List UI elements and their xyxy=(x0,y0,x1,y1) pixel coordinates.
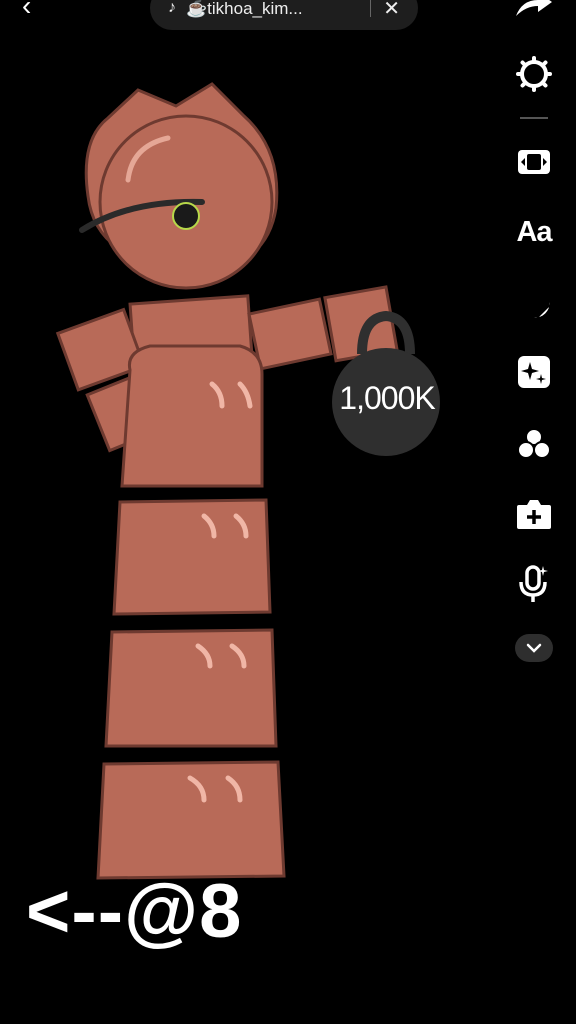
text-tool-icon[interactable]: Aa xyxy=(514,212,554,252)
character-head xyxy=(79,82,279,290)
text-tool-label: Aa xyxy=(516,215,552,248)
flip-icon[interactable] xyxy=(514,142,554,182)
toolbar-divider xyxy=(520,117,548,119)
effects-icon[interactable] xyxy=(514,352,554,392)
weight-label: 1,000K xyxy=(339,380,435,416)
filters-icon[interactable] xyxy=(514,424,554,464)
voice-effect-icon[interactable] xyxy=(514,564,554,604)
character-legs xyxy=(96,498,286,880)
more-tools-button[interactable] xyxy=(515,634,553,662)
settings-icon[interactable] xyxy=(514,54,554,94)
caption-text: <--@8 xyxy=(26,869,243,954)
sticker-icon[interactable] xyxy=(514,282,554,322)
share-icon[interactable] xyxy=(512,0,556,20)
add-clip-icon[interactable] xyxy=(514,494,554,534)
block-character: .blk { fill:#b86a58; stroke:#6e3a30; str… xyxy=(55,82,440,880)
chevron-down-icon xyxy=(526,643,542,653)
